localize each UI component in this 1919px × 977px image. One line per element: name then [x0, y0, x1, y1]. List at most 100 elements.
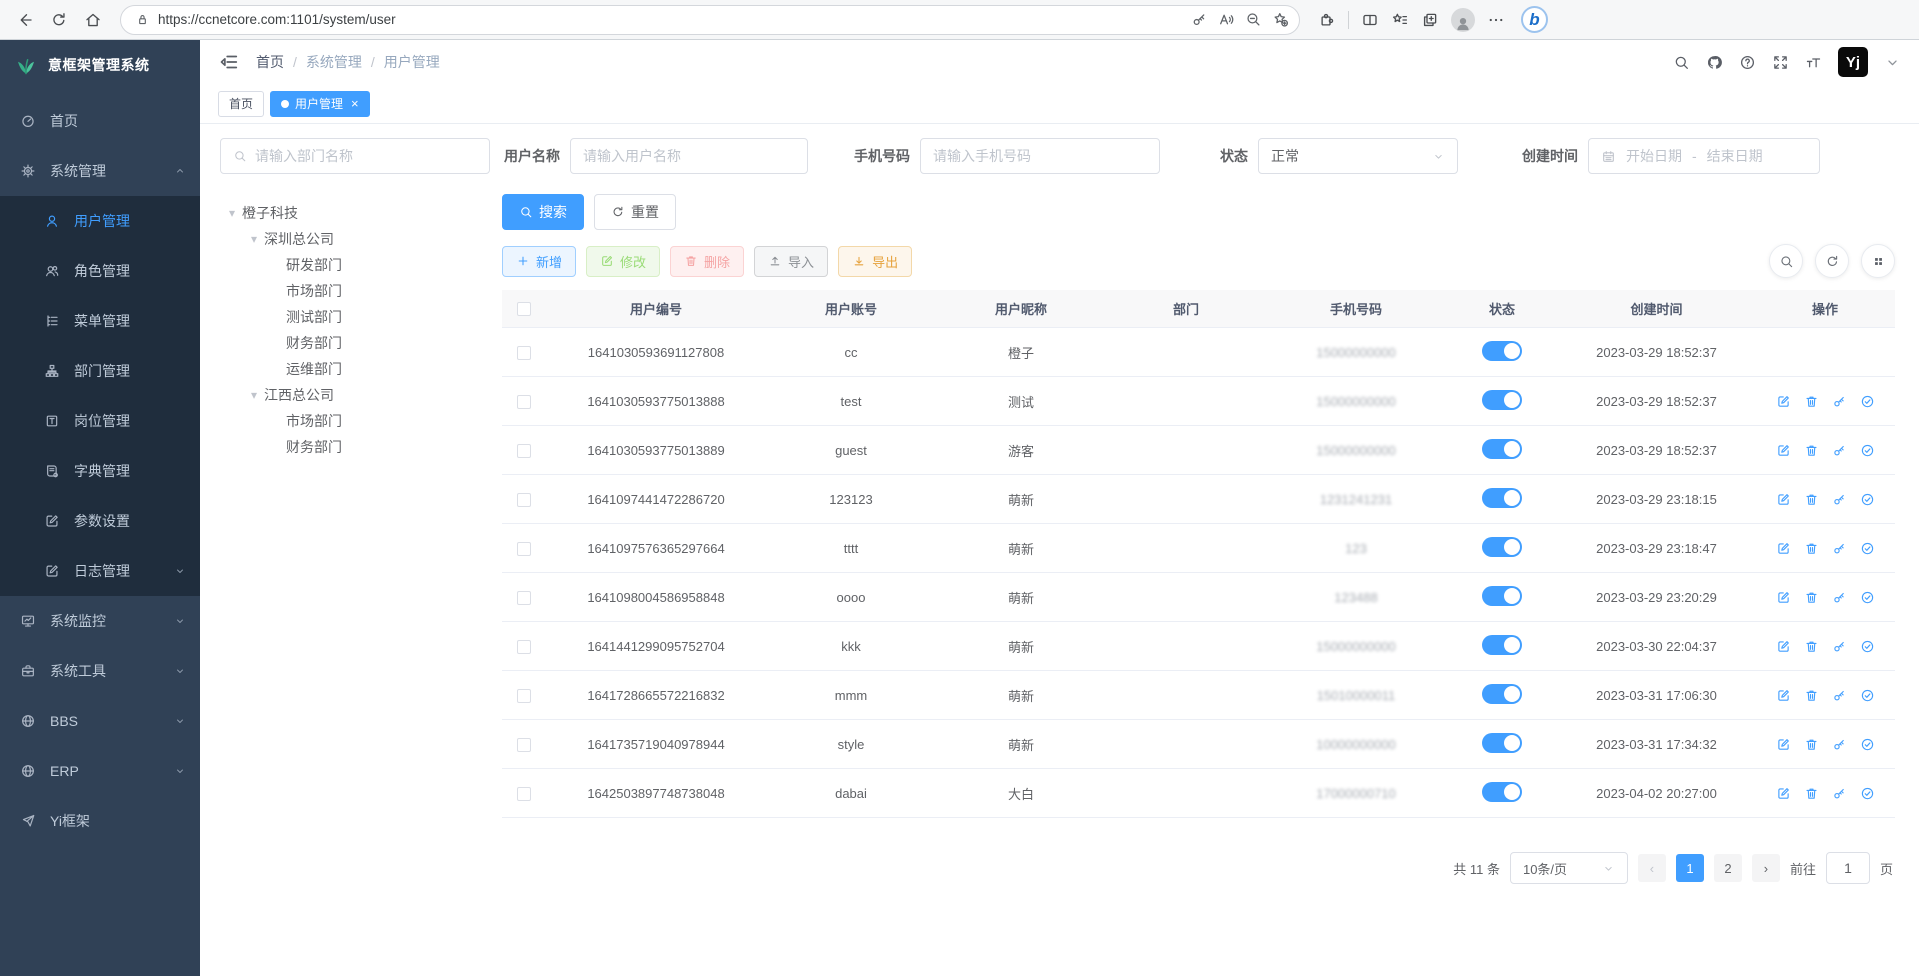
check-circle-icon[interactable] [1860, 394, 1875, 409]
collections-icon[interactable] [1421, 11, 1439, 29]
sidebar-item-system-monitor[interactable]: 系统监控 [0, 596, 200, 646]
bing-chat-icon[interactable]: b [1521, 6, 1548, 33]
check-circle-icon[interactable] [1860, 443, 1875, 458]
check-circle-icon[interactable] [1860, 639, 1875, 654]
sidebar-item-dictionary-management[interactable]: 字典管理 [0, 446, 200, 496]
check-circle-icon[interactable] [1860, 590, 1875, 605]
extensions-icon[interactable] [1318, 11, 1336, 29]
check-circle-icon[interactable] [1860, 688, 1875, 703]
reset-password-key-icon[interactable] [1832, 639, 1847, 654]
tree-node-branch[interactable]: ▾江西总公司 [220, 382, 490, 408]
row-checkbox[interactable] [517, 738, 531, 752]
reset-password-key-icon[interactable] [1832, 786, 1847, 801]
breadcrumb-home[interactable]: 首页 [256, 52, 284, 72]
edit-icon[interactable] [1776, 394, 1791, 409]
reset-password-key-icon[interactable] [1832, 443, 1847, 458]
row-checkbox[interactable] [517, 395, 531, 409]
goto-page-input[interactable] [1833, 860, 1863, 876]
tree-node-dept[interactable]: 财务部门 [220, 330, 490, 356]
trash-icon[interactable] [1804, 492, 1819, 507]
page-size-select[interactable]: 10条/页 [1510, 852, 1628, 884]
date-start-placeholder[interactable]: 开始日期 [1626, 146, 1682, 166]
fullscreen-icon[interactable] [1772, 54, 1789, 71]
check-circle-icon[interactable] [1860, 786, 1875, 801]
lock-icon[interactable] [135, 12, 150, 27]
reset-password-key-icon[interactable] [1832, 737, 1847, 752]
status-toggle[interactable] [1482, 635, 1522, 655]
reset-password-key-icon[interactable] [1832, 590, 1847, 605]
password-key-icon[interactable] [1191, 11, 1208, 28]
sidebar-item-department-management[interactable]: 部门管理 [0, 346, 200, 396]
status-toggle[interactable] [1482, 488, 1522, 508]
row-checkbox[interactable] [517, 444, 531, 458]
date-range-picker[interactable]: 开始日期 - 结束日期 [1588, 138, 1820, 174]
reset-password-key-icon[interactable] [1832, 688, 1847, 703]
url-text[interactable]: https://ccnetcore.com:1101/system/user [158, 12, 1183, 27]
sidebar-fold-icon[interactable] [218, 51, 240, 73]
row-checkbox[interactable] [517, 346, 531, 360]
search-button[interactable]: 搜索 [502, 194, 584, 230]
modify-button[interactable]: 修改 [586, 246, 660, 277]
import-button[interactable]: 导入 [754, 246, 828, 277]
caret-down-icon[interactable]: ▾ [244, 232, 264, 246]
user-avatar[interactable]: Yj [1838, 47, 1868, 77]
row-checkbox[interactable] [517, 640, 531, 654]
edit-icon[interactable] [1776, 541, 1791, 556]
edit-icon[interactable] [1776, 492, 1791, 507]
browser-more-icon[interactable] [1487, 11, 1505, 29]
trash-icon[interactable] [1804, 737, 1819, 752]
sidebar-item-menu-management[interactable]: 菜单管理 [0, 296, 200, 346]
tree-node-dept[interactable]: 运维部门 [220, 356, 490, 382]
date-end-placeholder[interactable]: 结束日期 [1707, 146, 1763, 166]
prev-page-button[interactable]: ‹ [1638, 854, 1666, 882]
sidebar-item-post-management[interactable]: 岗位管理 [0, 396, 200, 446]
department-search-input[interactable] [255, 148, 477, 164]
table-search-toggle-button[interactable] [1769, 244, 1803, 278]
sidebar-item-role-management[interactable]: 角色管理 [0, 246, 200, 296]
tree-node-dept[interactable]: 测试部门 [220, 304, 490, 330]
edit-icon[interactable] [1776, 688, 1791, 703]
read-aloud-icon[interactable] [1218, 11, 1235, 28]
status-toggle[interactable] [1482, 390, 1522, 410]
add-favorite-icon[interactable] [1272, 11, 1289, 28]
check-circle-icon[interactable] [1860, 492, 1875, 507]
export-button[interactable]: 导出 [838, 246, 912, 277]
check-circle-icon[interactable] [1860, 541, 1875, 556]
help-icon[interactable] [1739, 54, 1756, 71]
browser-refresh-button[interactable] [44, 5, 74, 35]
sidebar-item-system-tools[interactable]: 系统工具 [0, 646, 200, 696]
trash-icon[interactable] [1804, 590, 1819, 605]
status-toggle[interactable] [1482, 586, 1522, 606]
breadcrumb-system[interactable]: 系统管理 [306, 52, 362, 72]
reset-password-key-icon[interactable] [1832, 541, 1847, 556]
trash-icon[interactable] [1804, 639, 1819, 654]
tree-node-dept[interactable]: 财务部门 [220, 434, 490, 460]
status-toggle[interactable] [1482, 439, 1522, 459]
page-button-1[interactable]: 1 [1676, 854, 1704, 882]
app-logo[interactable]: 意框架管理系统 [0, 40, 200, 90]
trash-icon[interactable] [1804, 688, 1819, 703]
tree-node-dept[interactable]: 研发部门 [220, 252, 490, 278]
edit-icon[interactable] [1776, 737, 1791, 752]
browser-back-button[interactable] [10, 5, 40, 35]
favorites-bar-icon[interactable] [1391, 11, 1409, 29]
edit-icon[interactable] [1776, 786, 1791, 801]
status-toggle[interactable] [1482, 684, 1522, 704]
edit-icon[interactable] [1776, 590, 1791, 605]
text-size-icon[interactable] [1805, 54, 1822, 71]
table-refresh-button[interactable] [1815, 244, 1849, 278]
row-checkbox[interactable] [517, 787, 531, 801]
check-circle-icon[interactable] [1860, 737, 1875, 752]
browser-profile-avatar[interactable] [1451, 8, 1475, 32]
caret-down-icon[interactable]: ▾ [222, 206, 242, 220]
sidebar-item-system-management[interactable]: 系统管理 [0, 146, 200, 196]
username-input[interactable] [583, 148, 795, 164]
trash-icon[interactable] [1804, 394, 1819, 409]
sidebar-item-bbs[interactable]: BBS [0, 696, 200, 746]
page-button-2[interactable]: 2 [1714, 854, 1742, 882]
status-select[interactable]: 正常 [1258, 138, 1458, 174]
browser-home-button[interactable] [78, 5, 108, 35]
avatar-caret-icon[interactable] [1884, 54, 1901, 71]
trash-icon[interactable] [1804, 541, 1819, 556]
edit-icon[interactable] [1776, 443, 1791, 458]
